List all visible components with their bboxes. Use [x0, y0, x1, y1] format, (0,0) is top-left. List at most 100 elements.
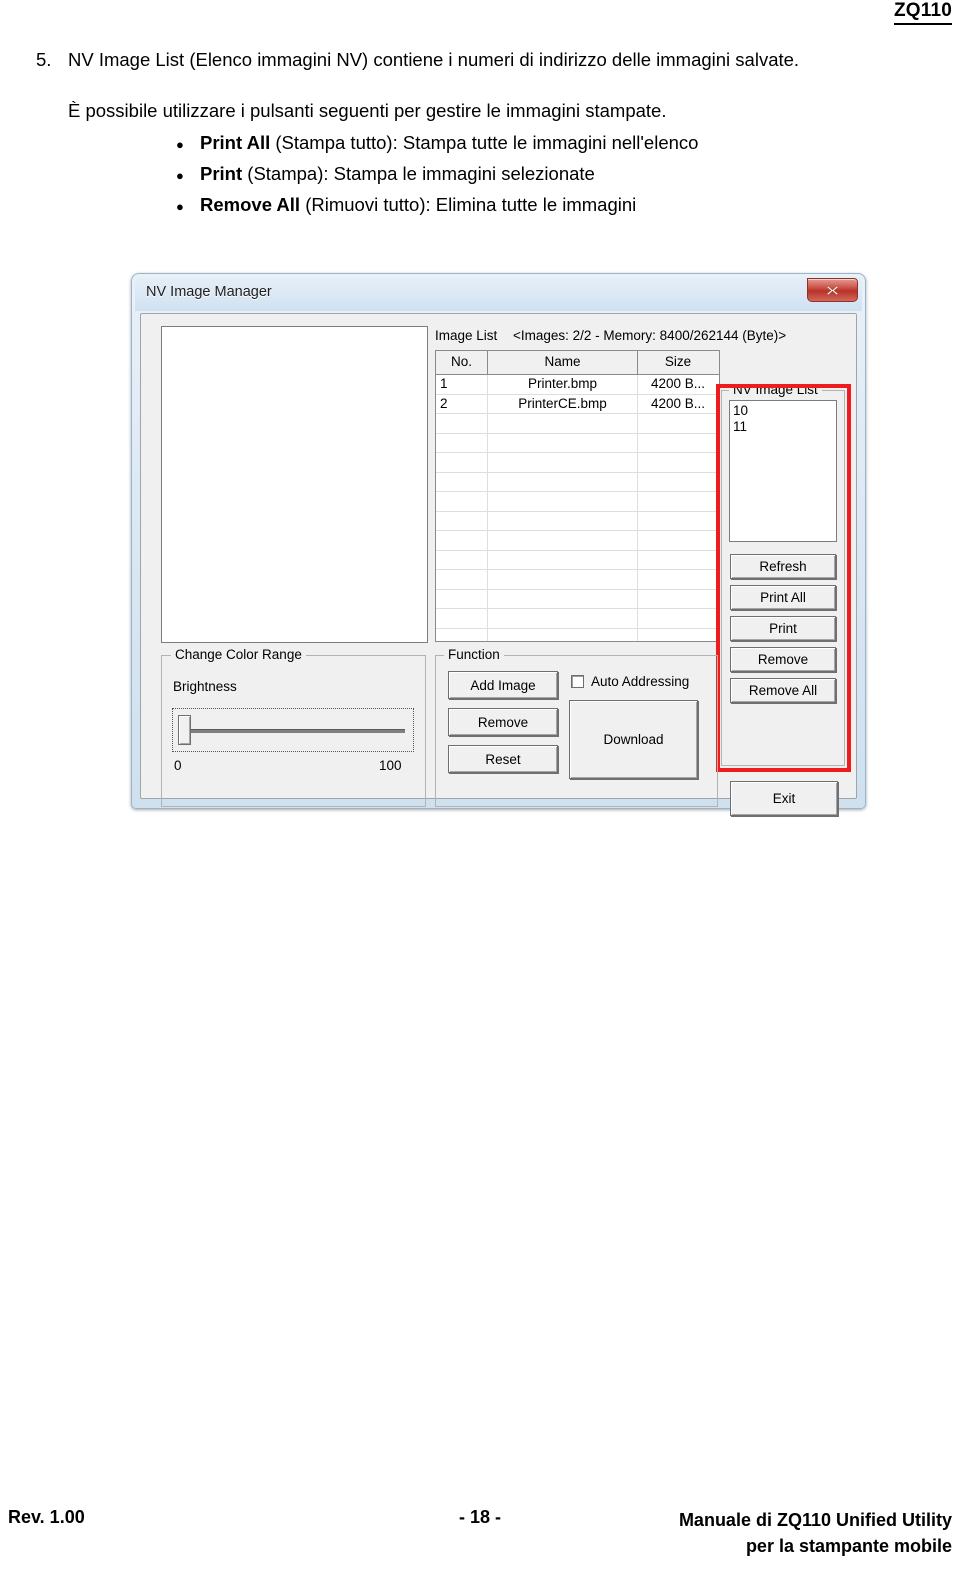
table-header-row: No. Name Size: [436, 351, 719, 375]
column-header-size[interactable]: Size: [638, 351, 718, 374]
cell-empty: [436, 472, 488, 491]
cell-empty: [638, 434, 718, 453]
cell-size: 4200 B...: [650, 376, 706, 391]
window-client-area: Image List <Images: 2/2 - Memory: 8400/2…: [140, 313, 857, 816]
download-button[interactable]: Download: [569, 700, 698, 779]
cell-empty: [638, 570, 718, 589]
cell-empty: [488, 414, 638, 433]
cell-name: Printer.bmp: [488, 375, 638, 394]
auto-addressing-checkbox[interactable]: [571, 675, 584, 688]
table-row-empty[interactable]: [436, 609, 719, 629]
page-header: ZQ110: [792, 0, 952, 25]
cell-name: PrinterCE.bmp: [488, 394, 638, 413]
cell-empty: [488, 492, 638, 511]
cell-empty: [436, 550, 488, 569]
footer-manual-line1: Manuale di ZQ110 Unified Utility: [678, 1510, 952, 1530]
exit-button[interactable]: Exit: [730, 781, 838, 816]
slider-thumb[interactable]: [178, 715, 191, 745]
bullet-item-print: ● Print (Stampa): Stampa le immagini sel…: [176, 159, 936, 190]
window-title: NV Image Manager: [146, 284, 272, 300]
table-row-empty[interactable]: [436, 453, 719, 473]
function-remove-button[interactable]: Remove: [448, 708, 558, 736]
column-header-name[interactable]: Name: [488, 351, 638, 374]
brightness-slider[interactable]: [172, 708, 414, 752]
table-row[interactable]: 2 PrinterCE.bmp 4200 B...: [436, 394, 719, 414]
table-row-empty[interactable]: [436, 628, 719, 642]
numbered-list-item: 5. NV Image List (Elenco immagini NV) co…: [36, 47, 936, 72]
cell-empty: [488, 550, 638, 569]
cell-empty: [436, 570, 488, 589]
add-image-button[interactable]: Add Image: [448, 671, 558, 699]
table-row-empty[interactable]: [436, 511, 719, 531]
cell-empty: [436, 453, 488, 472]
image-preview-pane[interactable]: [161, 326, 428, 643]
cell-no: 1: [436, 375, 488, 394]
bullet-term: Print All: [200, 132, 271, 153]
cell-empty: [436, 511, 488, 530]
window-titlebar[interactable]: NV Image Manager: [135, 277, 862, 311]
cell-empty: [436, 589, 488, 608]
bullet-description: (Rimuovi tutto): Elimina tutte le immagi…: [300, 194, 637, 215]
cell-empty: [638, 531, 718, 550]
item-text: NV Image List (Elenco immagini NV) conti…: [68, 49, 800, 70]
bullet-dot-icon: ●: [176, 199, 184, 214]
close-button[interactable]: [807, 278, 858, 302]
item-number: 5.: [36, 49, 52, 70]
intro-paragraph: È possibile utilizzare i pulsanti seguen…: [68, 100, 667, 121]
table-row-empty[interactable]: [436, 433, 719, 453]
bullet-description: (Stampa): Stampa le immagini selezionate: [242, 163, 595, 184]
table-row[interactable]: 1 Printer.bmp 4200 B...: [436, 375, 719, 395]
table-row-empty[interactable]: [436, 550, 719, 570]
table-row-empty[interactable]: [436, 414, 719, 434]
annotation-highlight-box: [716, 384, 851, 772]
cell-empty: [436, 414, 488, 433]
table-row-empty[interactable]: [436, 570, 719, 590]
cell-empty: [638, 551, 718, 570]
column-header-no[interactable]: No.: [436, 351, 488, 374]
nv-image-manager-window: NV Image Manager Image List <Images: 2/2…: [131, 273, 866, 816]
cell-empty: [488, 433, 638, 452]
bullet-term: Remove All: [200, 194, 301, 215]
cell-empty: [436, 492, 488, 511]
bullet-dot-icon: ●: [176, 137, 184, 152]
bullet-list: ● Print All (Stampa tutto): Stampa tutte…: [176, 128, 936, 221]
cell-empty: [638, 492, 718, 511]
table-row-empty[interactable]: [436, 589, 719, 609]
slider-track-line: [183, 729, 405, 733]
cell-empty: [488, 531, 638, 550]
cell-empty: [488, 453, 638, 472]
function-group-title: Function: [444, 647, 504, 662]
cell-empty: [488, 472, 638, 491]
cell-empty: [638, 590, 718, 609]
cell-empty: [488, 589, 638, 608]
slider-max-label: 100: [379, 758, 402, 773]
slider-min-label: 0: [174, 758, 182, 773]
bullet-dot-icon: ●: [176, 168, 184, 183]
cell-empty: [638, 629, 718, 642]
cell-empty: [436, 609, 488, 628]
cell-empty: [488, 570, 638, 589]
bullet-term: Print: [200, 163, 243, 184]
document-body: 5. NV Image List (Elenco immagini NV) co…: [36, 47, 936, 221]
page-footer: Rev. 1.00 - 18 - Manuale di ZQ110 Unifie…: [0, 1507, 960, 1567]
brightness-label: Brightness: [173, 679, 237, 694]
table-row-empty[interactable]: [436, 492, 719, 512]
cell-no: 2: [436, 394, 488, 413]
footer-manual-title: Manuale di ZQ110 Unified Utility per la …: [679, 1507, 952, 1559]
model-name: ZQ110: [893, 0, 952, 25]
table-row-empty[interactable]: [436, 531, 719, 551]
cell-empty: [488, 511, 638, 530]
auto-addressing-checkbox-row[interactable]: Auto Addressing: [571, 674, 689, 689]
cell-empty: [638, 512, 718, 531]
cell-empty: [638, 473, 718, 492]
cell-empty: [436, 531, 488, 550]
auto-addressing-label: Auto Addressing: [591, 674, 690, 689]
cell-empty: [638, 414, 718, 433]
image-list-label: Image List: [435, 328, 498, 343]
window-frame: NV Image Manager Image List <Images: 2/2…: [135, 277, 862, 816]
cell-empty: [488, 628, 638, 641]
reset-button[interactable]: Reset: [448, 745, 558, 773]
cell-empty: [488, 609, 638, 628]
table-row-empty[interactable]: [436, 472, 719, 492]
image-list-table[interactable]: No. Name Size 1 Printer.bmp 4200 B... 2 …: [435, 350, 720, 642]
